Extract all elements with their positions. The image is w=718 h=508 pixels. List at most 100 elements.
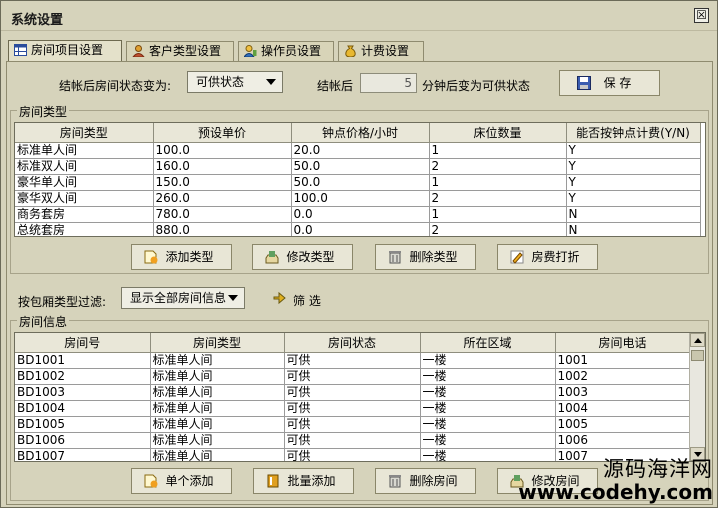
watermark-line2: www.codehy.com <box>518 480 713 504</box>
cell: 260.0 <box>153 190 292 207</box>
tab-operators[interactable]: 操作员设置 <box>238 41 334 61</box>
cell: BD1002 <box>15 368 151 385</box>
close-button[interactable]: ☒ <box>694 8 709 23</box>
cell: 100.0 <box>153 142 292 159</box>
delete-room-label: 删除房间 <box>409 474 458 488</box>
add-room-button[interactable]: 单个添加 <box>131 468 232 494</box>
save-button[interactable]: 保 存 <box>559 70 660 96</box>
cell: 可供 <box>284 384 421 401</box>
table-row[interactable]: 标准单人间 100.0 20.0 1 Y <box>15 142 701 159</box>
column-header[interactable]: 钟点价格/小时 <box>291 123 430 143</box>
cell: 1001 <box>555 352 691 369</box>
rooms-grid[interactable]: 房间号 房间类型 房间状态 所在区域 房间电话 BD1001 标准单人间 可供 一楼 1… <box>14 332 706 462</box>
scroll-up-button[interactable] <box>690 333 705 347</box>
cell: BD1006 <box>15 432 151 449</box>
column-header[interactable]: 房间类型 <box>150 333 285 353</box>
window-title: 系统设置 <box>11 13 64 28</box>
cell: BD1003 <box>15 384 151 401</box>
checkout-status-select[interactable]: 可供状态 <box>187 71 283 93</box>
table-row[interactable]: 标准双人间 160.0 50.0 2 Y <box>15 158 701 175</box>
column-header[interactable]: 房间电话 <box>555 333 691 353</box>
cell: 2 <box>429 222 567 236</box>
tab-customer-types[interactable]: 客户类型设置 <box>126 41 234 61</box>
cell: 一楼 <box>420 400 556 417</box>
delete-type-button[interactable]: 删除类型 <box>375 244 476 270</box>
tab-billing[interactable]: 计费设置 <box>338 41 424 61</box>
room-types-header-row: 房间类型 预设单价 钟点价格/小时 床位数量 能否按钟点计费(Y/N) <box>15 123 701 143</box>
column-header[interactable]: 房间号 <box>15 333 151 353</box>
discount-button[interactable]: 房费打折 <box>497 244 598 270</box>
cell: BD1005 <box>15 416 151 433</box>
filter-select[interactable]: 显示全部房间信息 <box>121 287 245 309</box>
table-row[interactable]: 豪华单人间 150.0 50.0 1 Y <box>15 174 701 191</box>
money-bag-icon <box>345 45 356 57</box>
delete-room-button[interactable]: 删除房间 <box>375 468 476 494</box>
column-header[interactable]: 能否按钟点计费(Y/N) <box>566 123 701 143</box>
cell: 商务套房 <box>15 206 154 223</box>
column-header[interactable]: 床位数量 <box>429 123 567 143</box>
watermark-line1: 源码海洋网 <box>603 457 713 481</box>
filter-label: 按包厢类型过滤: <box>18 295 107 309</box>
cell: 2 <box>429 158 567 175</box>
cell: 标准单人间 <box>150 400 285 417</box>
cell: 可供 <box>284 448 421 461</box>
cell: 160.0 <box>153 158 292 175</box>
batch-add-button[interactable]: 批量添加 <box>253 468 354 494</box>
rooms-header-row: 房间号 房间类型 房间状态 所在区域 房间电话 <box>15 333 691 353</box>
cell: 豪华单人间 <box>15 174 154 191</box>
save-label: 保 存 <box>603 76 632 90</box>
table-row[interactable]: BD1001 标准单人间 可供 一楼 1001 <box>15 352 691 369</box>
column-header[interactable]: 预设单价 <box>153 123 292 143</box>
rooms-scrollbar[interactable] <box>689 333 705 461</box>
cell: BD1007 <box>15 448 151 461</box>
cell: 20.0 <box>291 142 430 159</box>
column-header[interactable]: 房间类型 <box>15 123 154 143</box>
cell: 1005 <box>555 416 691 433</box>
table-row[interactable]: BD1002 标准单人间 可供 一楼 1002 <box>15 368 691 385</box>
minutes-suffix-label: 分钟后变为可供状态 <box>422 79 531 93</box>
table-row[interactable]: BD1004 标准单人间 可供 一楼 1004 <box>15 400 691 417</box>
room-types-grid[interactable]: 房间类型 预设单价 钟点价格/小时 床位数量 能否按钟点计费(Y/N) 标准单人… <box>14 122 706 237</box>
minutes-input[interactable]: 5 <box>360 73 417 93</box>
tab-label: 客户类型设置 <box>149 44 222 58</box>
cell: 标准单人间 <box>150 368 285 385</box>
batch-add-label: 批量添加 <box>287 474 336 488</box>
add-type-button[interactable]: 添加类型 <box>131 244 232 270</box>
checkout-status-value: 可供状态 <box>196 75 245 89</box>
cell: 1 <box>429 142 567 159</box>
table-row[interactable]: BD1003 标准单人间 可供 一楼 1003 <box>15 384 691 401</box>
cell: 1006 <box>555 432 691 449</box>
column-header[interactable]: 房间状态 <box>284 333 421 353</box>
cell: N <box>566 222 701 236</box>
user-icon <box>132 45 145 57</box>
discount-label: 房费打折 <box>531 250 580 264</box>
cell: 可供 <box>284 368 421 385</box>
table-row[interactable]: 总统套房 880.0 0.0 2 N <box>15 222 701 236</box>
cell: BD1001 <box>15 352 151 369</box>
cell: Y <box>566 190 701 207</box>
filter-button[interactable]: 筛 选 <box>273 291 321 309</box>
watermark: 源码海洋网 www.codehy.com <box>518 457 713 503</box>
cell: BD1004 <box>15 400 151 417</box>
table-row[interactable]: 商务套房 780.0 0.0 1 N <box>15 206 701 223</box>
cell: 标准单人间 <box>150 416 285 433</box>
grid-icon <box>14 44 27 56</box>
table-row[interactable]: 豪华双人间 260.0 100.0 2 Y <box>15 190 701 207</box>
column-header[interactable]: 所在区域 <box>420 333 556 353</box>
cell: 标准单人间 <box>150 448 285 461</box>
table-row[interactable]: BD1005 标准单人间 可供 一楼 1005 <box>15 416 691 433</box>
cell: 一楼 <box>420 352 556 369</box>
cell: 豪华双人间 <box>15 190 154 207</box>
cell: 一楼 <box>420 432 556 449</box>
rooms-title: 房间信息 <box>17 313 70 330</box>
room-types-group: 房间类型 房间类型 预设单价 钟点价格/小时 床位数量 能否按钟点计费(Y/N) <box>10 103 709 274</box>
scroll-thumb[interactable] <box>691 350 704 361</box>
cell: 0.0 <box>291 222 430 236</box>
tab-room-settings[interactable]: 房间项目设置 <box>8 40 122 62</box>
edit-tray-icon <box>265 251 279 264</box>
floppy-disk-icon <box>577 76 591 90</box>
tab-label: 房间项目设置 <box>31 43 104 57</box>
edit-type-button[interactable]: 修改类型 <box>252 244 353 270</box>
cell: 50.0 <box>291 158 430 175</box>
table-row[interactable]: BD1006 标准单人间 可供 一楼 1006 <box>15 432 691 449</box>
